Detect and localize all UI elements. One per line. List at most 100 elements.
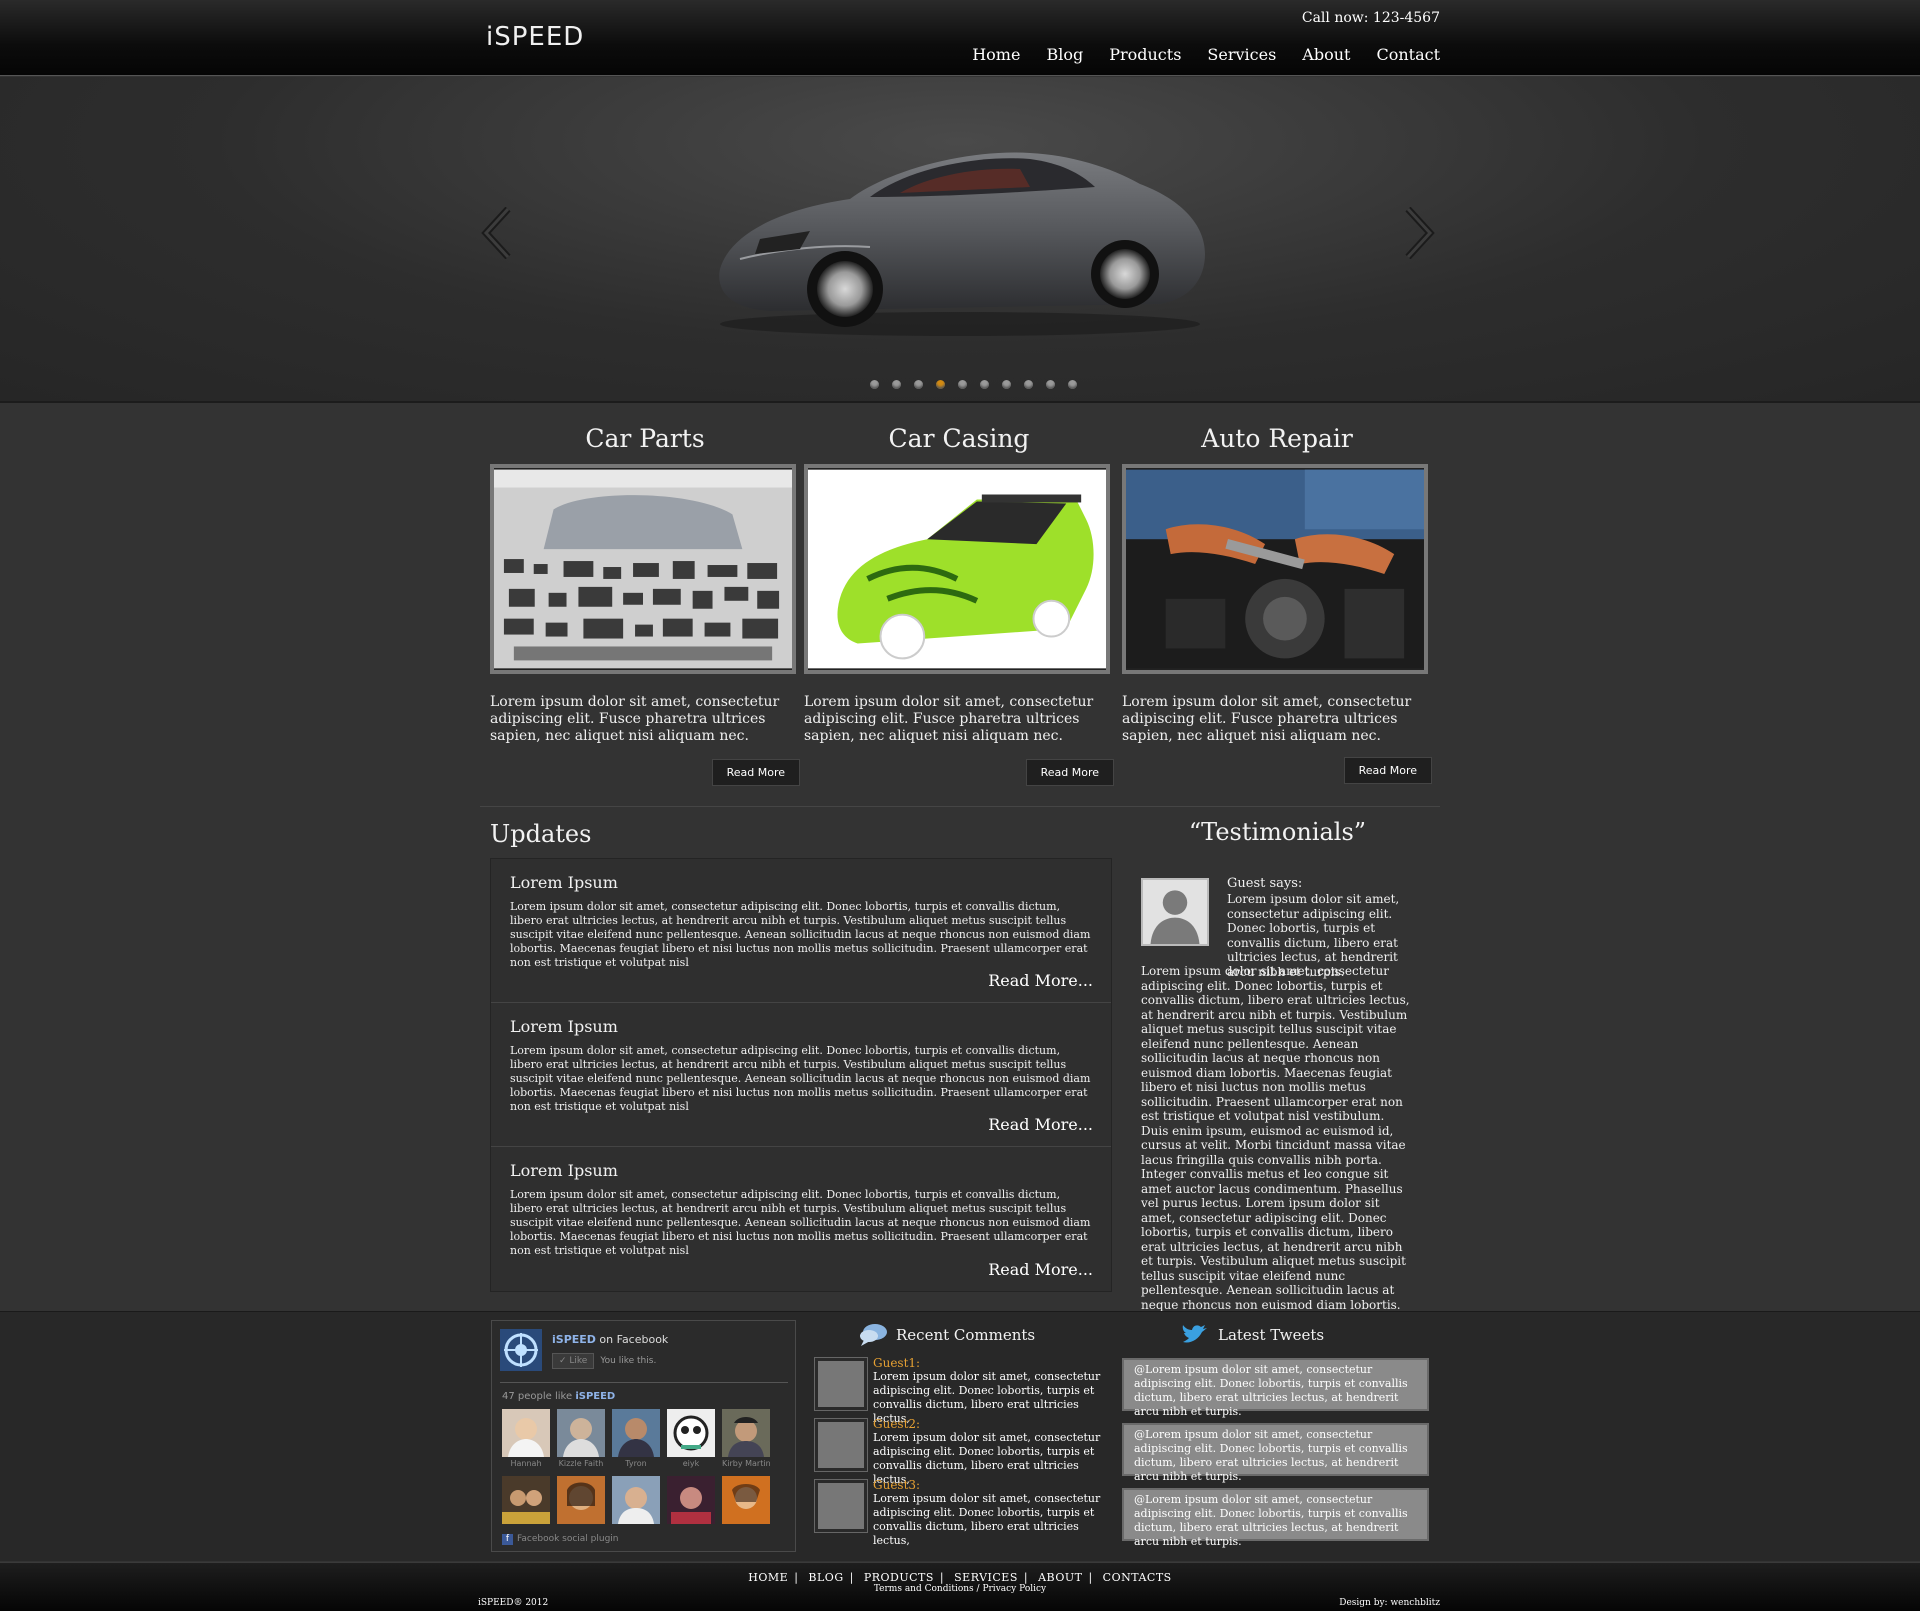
slider-dot[interactable] xyxy=(1046,380,1055,389)
testimonials-title: “Testimonials” xyxy=(1188,818,1367,846)
footer-link-blog[interactable]: BLOG xyxy=(808,1571,843,1584)
slider-dot[interactable] xyxy=(1068,380,1077,389)
update-item: Lorem Ipsum Lorem ipsum dolor sit amet, … xyxy=(491,1147,1111,1291)
feature-text: Lorem ipsum dolor sit amet, consectetur … xyxy=(490,694,780,744)
ispeed-fb-logo-icon[interactable] xyxy=(500,1329,542,1371)
fb-like-count: 47 people like iSPEED xyxy=(502,1391,615,1402)
fb-you-like: You like this. xyxy=(600,1356,657,1366)
fb-plugin-label[interactable]: f Facebook social plugin xyxy=(502,1534,619,1545)
terms-link[interactable]: Terms and Conditions xyxy=(874,1584,974,1594)
footer-link-services[interactable]: SERVICES xyxy=(954,1571,1018,1584)
update-body: Lorem ipsum dolor sit amet, consectetur … xyxy=(510,1044,1091,1113)
fb-face[interactable] xyxy=(557,1476,605,1524)
fb-face[interactable]: eiyk xyxy=(667,1409,715,1469)
fb-face[interactable]: Tyron xyxy=(612,1409,660,1469)
feature-title: Auto Repair xyxy=(1201,424,1353,453)
fb-face-avatar xyxy=(502,1476,550,1524)
fb-face-avatar xyxy=(667,1409,715,1457)
footer-sep: | xyxy=(939,1571,945,1584)
footer-link-home[interactable]: HOME xyxy=(748,1571,788,1584)
fb-face-avatar xyxy=(557,1476,605,1524)
read-more-button[interactable]: Read More xyxy=(1025,759,1114,786)
nav-home[interactable]: Home xyxy=(972,45,1020,64)
nav-products[interactable]: Products xyxy=(1109,45,1181,64)
slider-next-arrow-icon[interactable] xyxy=(1402,206,1436,260)
footer-sep: | xyxy=(1088,1571,1093,1584)
testimonial-avatar xyxy=(1141,878,1209,946)
tweet-item[interactable]: @Lorem ipsum dolor sit amet, consectetur… xyxy=(1122,1358,1429,1418)
nav-services[interactable]: Services xyxy=(1207,45,1276,64)
nav-contact[interactable]: Contact xyxy=(1376,45,1440,64)
slider-prev-arrow-icon[interactable] xyxy=(480,206,514,260)
speech-bubble-icon xyxy=(860,1324,887,1346)
fb-face-avatar xyxy=(557,1409,605,1457)
read-more-button[interactable]: Read More xyxy=(1343,757,1432,784)
fb-face[interactable] xyxy=(667,1476,715,1524)
nav-blog[interactable]: Blog xyxy=(1046,45,1083,64)
slider-dot[interactable] xyxy=(1002,380,1011,389)
fb-like-label: Like xyxy=(569,1356,588,1366)
hero-car-image xyxy=(700,139,1220,339)
slider-dot[interactable] xyxy=(892,380,901,389)
comment-avatar xyxy=(814,1479,868,1533)
fb-face[interactable] xyxy=(502,1476,550,1524)
fb-face[interactable]: Kizzle Faith xyxy=(557,1409,605,1469)
auto-repair-image xyxy=(1122,464,1428,674)
fb-face-name: Kirby Martin xyxy=(722,1459,770,1468)
footer-link-about[interactable]: ABOUT xyxy=(1038,1571,1082,1584)
fb-face[interactable]: Kirby Martin xyxy=(722,1409,770,1469)
read-more-button[interactable]: Read More xyxy=(711,759,800,786)
updates-list: Lorem Ipsum Lorem ipsum dolor sit amet, … xyxy=(490,858,1112,1292)
fb-face-avatar xyxy=(502,1409,550,1457)
footer-sep: | xyxy=(849,1571,854,1584)
slider-dot[interactable] xyxy=(870,380,879,389)
slider-dot[interactable] xyxy=(914,380,923,389)
fb-count-text: 47 people like xyxy=(502,1391,573,1402)
nav-about[interactable]: About xyxy=(1302,45,1350,64)
slider-dot[interactable] xyxy=(1024,380,1033,389)
fb-face[interactable]: Hannah xyxy=(502,1409,550,1469)
feature-text: Lorem ipsum dolor sit amet, consectetur … xyxy=(1122,694,1412,744)
privacy-link[interactable]: Privacy Policy xyxy=(982,1584,1046,1594)
recent-comments-title: Recent Comments xyxy=(858,1322,1035,1348)
update-body: Lorem ipsum dolor sit amet, consectetur … xyxy=(510,1188,1091,1257)
comment-author[interactable]: Guest3: xyxy=(873,1478,920,1492)
footer-link-contacts[interactable]: CONTACTS xyxy=(1103,1571,1172,1584)
footer-legal: Terms and Conditions / Privacy Policy xyxy=(873,1584,1047,1594)
comment-author[interactable]: Guest2: xyxy=(873,1417,920,1431)
car-parts-image xyxy=(490,464,796,674)
comment-item: Guest1: Lorem ipsum dolor sit amet, cons… xyxy=(814,1356,1115,1425)
slider-dot[interactable] xyxy=(980,380,989,389)
slider-dot[interactable] xyxy=(958,380,967,389)
update-item: Lorem Ipsum Lorem ipsum dolor sit amet, … xyxy=(491,859,1111,1003)
fb-brand[interactable]: iSPEED xyxy=(552,1333,596,1346)
twitter-bird-icon xyxy=(1182,1325,1207,1343)
site-logo[interactable]: iSPEED xyxy=(486,22,584,52)
feature-car-parts: Car Parts Lorem ipsum dolor sit amet, co… xyxy=(490,424,800,786)
comment-author[interactable]: Guest1: xyxy=(873,1356,920,1370)
fb-count-brand[interactable]: iSPEED xyxy=(575,1391,615,1402)
design-credit[interactable]: Design by: wenchblitz xyxy=(1339,1598,1440,1608)
update-read-more-link[interactable]: Read More... xyxy=(988,1115,1093,1134)
footer-link-products[interactable]: PRODUCTS xyxy=(864,1571,934,1584)
slider-dot[interactable] xyxy=(936,380,945,389)
fb-face-name: Hannah xyxy=(510,1459,542,1468)
tweet-item[interactable]: @Lorem ipsum dolor sit amet, consectetur… xyxy=(1122,1423,1429,1483)
update-item: Lorem Ipsum Lorem ipsum dolor sit amet, … xyxy=(491,1003,1111,1147)
footer-sep: | xyxy=(794,1571,799,1584)
testimonial-author: Guest says: xyxy=(1227,876,1303,891)
fb-face-name: Tyron xyxy=(625,1459,647,1468)
fb-face[interactable] xyxy=(612,1476,660,1524)
comment-text: Lorem ipsum dolor sit amet, consectetur … xyxy=(873,1492,1101,1547)
latest-tweets-label: Latest Tweets xyxy=(1218,1326,1325,1344)
footer-sep: | xyxy=(1023,1571,1029,1584)
fb-face-name: eiyk xyxy=(682,1459,700,1468)
update-heading: Lorem Ipsum xyxy=(510,873,618,892)
tweet-item[interactable]: @Lorem ipsum dolor sit amet, consectetur… xyxy=(1122,1488,1429,1548)
update-read-more-link[interactable]: Read More... xyxy=(988,971,1093,990)
update-read-more-link[interactable]: Read More... xyxy=(988,1260,1093,1279)
copyright: iSPEED® 2012 xyxy=(478,1598,549,1608)
fb-on-facebook: on Facebook xyxy=(599,1333,669,1346)
fb-face[interactable] xyxy=(722,1476,770,1524)
fb-like-button[interactable]: ✓ Like xyxy=(552,1353,595,1369)
